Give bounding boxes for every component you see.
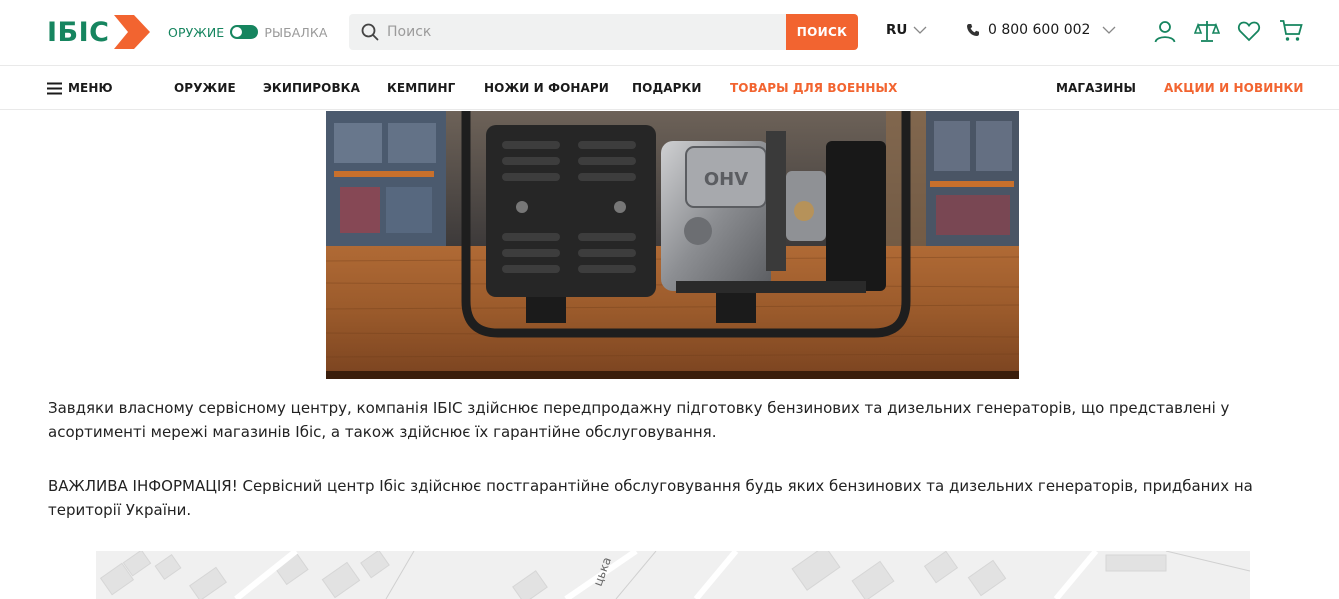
nav-item-military-goods[interactable]: ТОВАРЫ ДЛЯ ВОЕННЫХ [730,81,897,95]
category-switch[interactable] [230,25,259,39]
nav-item-weapons[interactable]: ОРУЖИЕ [174,81,236,95]
important-info-paragraph: ВАЖЛИВА ІНФОРМАЦІЯ! Сервісний центр Ібіс… [48,477,1253,519]
heart-icon[interactable] [1236,18,1262,44]
nav-item-camping[interactable]: КЕМПИНГ [387,81,455,95]
service-paragraph: Завдяки власному сервісному центру, комп… [48,399,1230,441]
toggle-label-fishing[interactable]: РЫБАЛКА [264,25,327,40]
logo-text: ІБІС [47,16,110,48]
search-button[interactable]: ПОИСК [786,14,858,50]
toggle-label-weapons[interactable]: ОРУЖИЕ [168,25,224,40]
hamburger-icon [47,82,62,94]
nav-item-promos[interactable]: АКЦИИ И НОВИНКИ [1164,81,1304,95]
search-input[interactable] [387,24,747,40]
generator-photo: OHV [326,111,1019,379]
site-header: ІБІС ОРУЖИЕ РЫБАЛКА ПОИСК RU 0 800 600 0 [0,0,1339,66]
cart-icon[interactable] [1278,18,1304,44]
search-bar: ПОИСК [349,14,858,50]
site-logo[interactable]: ІБІС [47,12,152,52]
phone-icon [967,24,979,36]
nav-item-stores[interactable]: МАГАЗИНЫ [1056,81,1136,95]
nav-item-gifts[interactable]: ПОДАРКИ [632,81,702,95]
main-navigation: МЕНЮ ОРУЖИЕ ЭКИПИРОВКА КЕМПИНГ НОЖИ И ФО… [0,67,1339,110]
phone-number[interactable]: 0 800 600 002 [988,22,1090,38]
menu-button[interactable]: МЕНЮ [47,81,113,95]
language-label: RU [886,22,908,38]
menu-label: МЕНЮ [68,81,113,95]
nav-item-knives-lights[interactable]: НОЖИ И ФОНАРИ [484,81,609,95]
category-toggle[interactable]: ОРУЖИЕ РЫБАЛКА [168,22,328,42]
chevron-down-icon [1102,26,1116,34]
store-map[interactable]: цька [96,551,1250,599]
language-selector[interactable]: RU [886,22,927,38]
chevron-down-icon [913,26,927,34]
header-actions [1152,18,1304,44]
logo-arrow-icon [113,15,150,49]
user-icon[interactable] [1152,18,1178,44]
phone-selector[interactable]: 0 800 600 002 [966,22,1116,38]
search-icon [361,23,379,41]
engine-label: OHV [704,169,748,190]
nav-item-equipment[interactable]: ЭКИПИРОВКА [263,81,360,95]
compare-icon[interactable] [1194,18,1220,44]
search-field [349,14,786,50]
